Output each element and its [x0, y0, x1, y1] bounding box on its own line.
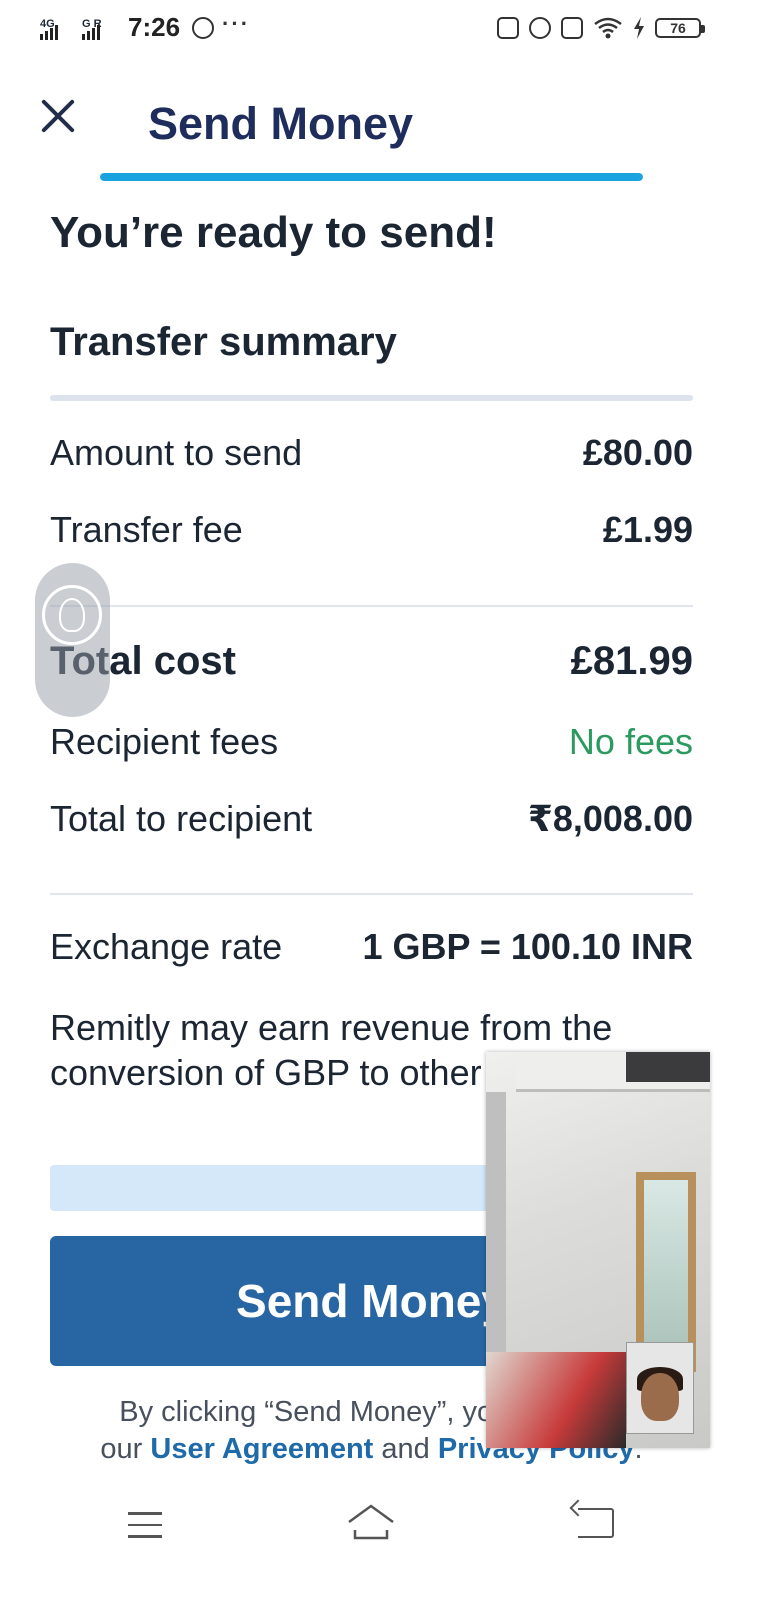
- signal-icon-2: G R: [82, 14, 116, 42]
- close-icon[interactable]: [34, 92, 82, 140]
- alarm-icon: [529, 17, 551, 39]
- exchange-rate-row: Exchange rate 1 GBP = 100.10 INR: [50, 926, 693, 968]
- charging-icon: [634, 17, 644, 39]
- video-floor: [486, 1352, 626, 1448]
- menu-icon[interactable]: [128, 1512, 162, 1538]
- total-to-recipient-row: Total to recipient ₹8,008.00: [50, 798, 693, 840]
- status-time: 7:26: [128, 12, 181, 42]
- video-dark-object: [626, 1052, 710, 1082]
- transfer-fee-label: Transfer fee: [50, 509, 243, 550]
- total-cost-value: £81.99: [570, 639, 693, 683]
- exchange-rate-value: 1 GBP = 100.10 INR: [362, 926, 693, 967]
- back-icon[interactable]: [578, 1508, 614, 1538]
- floating-assistant-bubble[interactable]: [35, 563, 110, 717]
- progress-fill: [100, 173, 643, 181]
- home-icon[interactable]: [346, 1502, 396, 1546]
- video-call-overlay[interactable]: [486, 1052, 710, 1448]
- bluetooth-icon: [497, 17, 519, 39]
- legal-and: and: [381, 1433, 430, 1465]
- more-notifications-icon: ···: [222, 10, 251, 36]
- amount-to-send-label: Amount to send: [50, 432, 303, 473]
- exchange-rate-label: Exchange rate: [50, 926, 283, 967]
- legal-mid-prefix: our: [100, 1433, 143, 1465]
- recipient-fees-value: No fees: [568, 721, 693, 762]
- summary-divider: [50, 395, 693, 401]
- user-agreement-link[interactable]: User Agreement: [150, 1433, 373, 1465]
- status-left: 4G G R 7:26 ···: [40, 10, 251, 43]
- total-to-recipient-value: ₹8,008.00: [527, 798, 693, 839]
- page-title: Send Money: [148, 98, 414, 149]
- assistant-face-icon: [42, 585, 102, 645]
- status-bar: 4G G R 7:26 ··· 76: [0, 0, 757, 58]
- wifi-icon: [594, 17, 622, 39]
- self-view-face: [641, 1373, 679, 1421]
- whatsapp-icon: [192, 16, 215, 39]
- progress-bar: [100, 173, 643, 181]
- amount-to-send-value: £80.00: [582, 432, 693, 473]
- recipient-fees-row: Recipient fees No fees: [50, 721, 693, 763]
- transfer-summary-heading: Transfer summary: [50, 320, 397, 364]
- transfer-fee-value: £1.99: [602, 509, 693, 550]
- total-to-recipient-label: Total to recipient: [50, 798, 313, 839]
- ready-heading: You’re ready to send!: [50, 208, 497, 257]
- system-nav-bar: [0, 1490, 757, 1600]
- total-cost-row: Total cost £81.99: [50, 639, 693, 684]
- video-left-wall: [486, 1092, 506, 1352]
- amount-to-send-row: Amount to send £80.00: [50, 432, 693, 474]
- status-right: 76: [497, 16, 705, 40]
- fee-divider: [50, 605, 693, 607]
- transfer-fee-row: Transfer fee £1.99: [50, 509, 693, 551]
- self-view-thumbnail[interactable]: [626, 1342, 694, 1434]
- vibrate-icon: [561, 17, 583, 39]
- signal-icon-1: 4G: [40, 14, 74, 42]
- battery-icon: 76: [655, 18, 705, 38]
- recipient-fees-label: Recipient fees: [50, 721, 279, 762]
- recipient-divider: [50, 893, 693, 895]
